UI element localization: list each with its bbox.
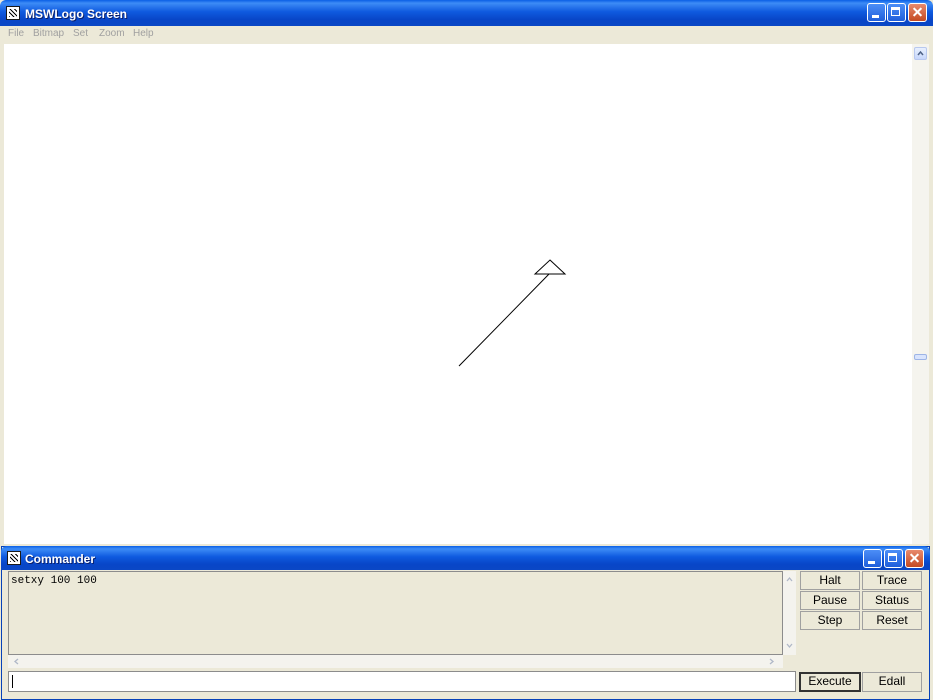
reset-button[interactable]: Reset (862, 611, 922, 630)
menu-bar: File Bitmap Set Zoom Help (4, 26, 929, 44)
drawing-canvas[interactable] (4, 44, 912, 544)
history-horizontal-scrollbar[interactable] (8, 655, 783, 668)
maximize-button[interactable] (887, 3, 906, 22)
scroll-up-button[interactable] (914, 47, 927, 60)
commander-close-button[interactable] (905, 549, 924, 568)
menu-bitmap[interactable]: Bitmap (33, 28, 64, 39)
turtle-icon (533, 259, 567, 275)
maximize-icon (891, 7, 900, 16)
halt-button[interactable]: Halt (800, 571, 860, 590)
edall-button[interactable]: Edall (862, 672, 922, 692)
chevron-right-icon[interactable] (769, 658, 775, 665)
history-line[interactable]: setxy 100 100 (11, 575, 780, 587)
commander-minimize-button[interactable] (863, 549, 882, 568)
history-hscroll-arrows (13, 658, 775, 665)
menu-file[interactable]: File (8, 28, 24, 39)
command-input[interactable] (8, 671, 796, 692)
maximize-icon (888, 553, 897, 562)
commander-maximize-button[interactable] (884, 549, 903, 568)
chevron-left-icon[interactable] (13, 658, 19, 665)
minimize-icon (872, 15, 879, 18)
chevron-up-icon[interactable] (786, 576, 793, 582)
menu-set[interactable]: Set (73, 28, 88, 39)
turtle-graphics (458, 259, 567, 367)
menu-help[interactable]: Help (133, 28, 154, 39)
close-icon (906, 550, 923, 567)
pause-button[interactable]: Pause (800, 591, 860, 610)
canvas-vertical-scrollbar[interactable] (912, 44, 929, 544)
chevron-up-icon (917, 50, 924, 56)
execute-button[interactable]: Execute (799, 672, 861, 692)
chevron-down-icon[interactable] (786, 643, 793, 649)
main-window-title: MSWLogo Screen (25, 7, 128, 21)
history-vscroll-arrows (786, 576, 793, 649)
commander-title: Commander (25, 552, 96, 566)
turtle-trail-line (458, 271, 552, 367)
minimize-button[interactable] (867, 3, 886, 22)
trace-button[interactable]: Trace (862, 571, 922, 590)
scroll-thumb[interactable] (914, 354, 927, 360)
history-vertical-scrollbar[interactable] (783, 571, 796, 655)
commander-app-icon (7, 551, 21, 565)
menu-zoom[interactable]: Zoom (99, 28, 125, 39)
step-button[interactable]: Step (800, 611, 860, 630)
command-history[interactable]: setxy 100 100 (8, 571, 783, 655)
close-button[interactable] (908, 3, 927, 22)
commander-titlebar[interactable]: Commander (1, 546, 930, 570)
main-window-titlebar[interactable]: MSWLogo Screen (0, 0, 933, 26)
text-caret (12, 675, 13, 688)
close-icon (909, 4, 926, 21)
logo-app-icon (6, 6, 20, 20)
minimize-icon (868, 561, 875, 564)
status-button[interactable]: Status (862, 591, 922, 610)
